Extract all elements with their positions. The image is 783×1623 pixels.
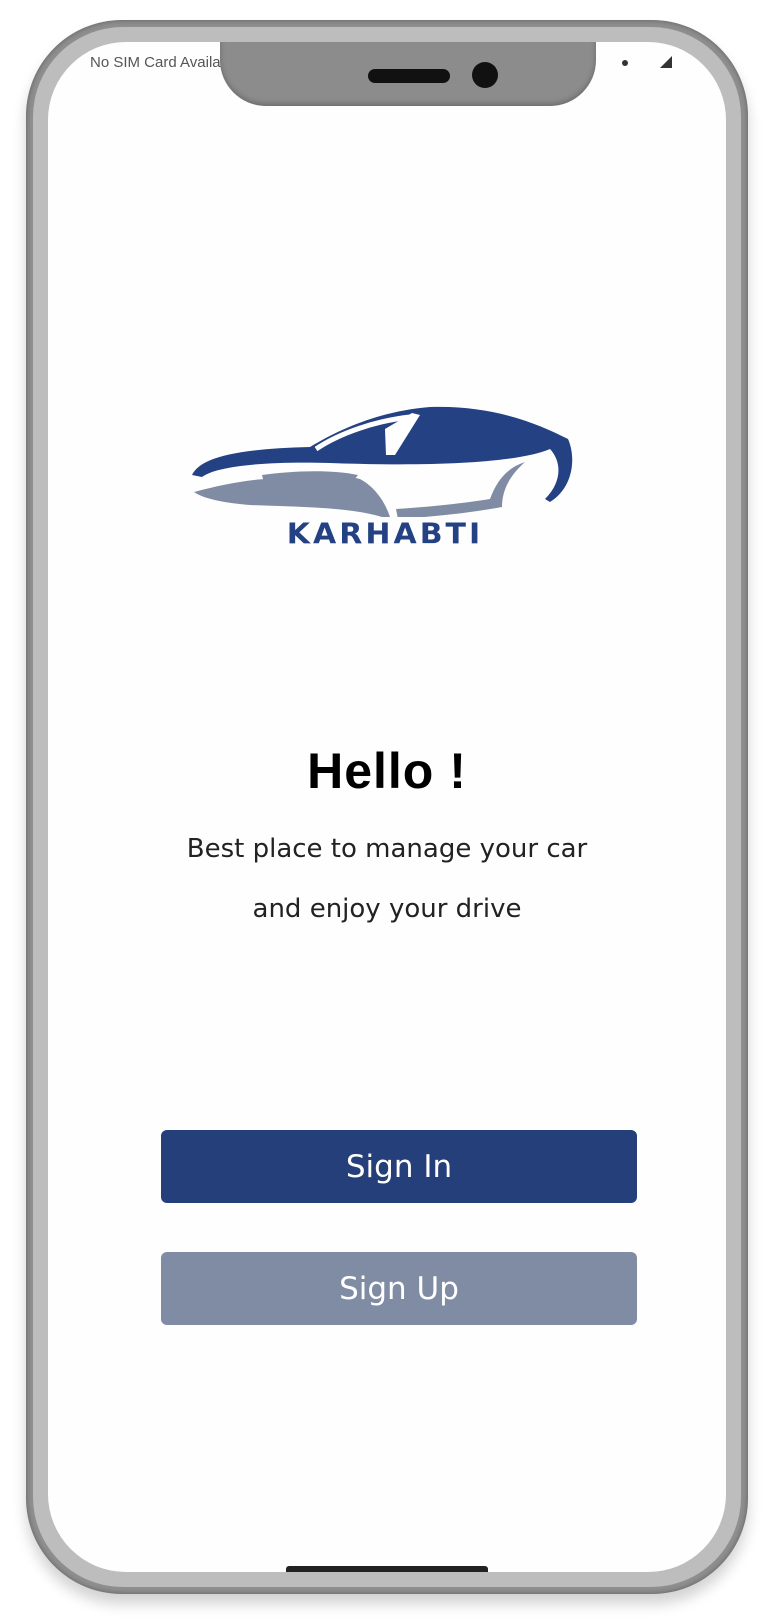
device-mockup: No SIM Card Available KARHABTI Hello ! B… xyxy=(0,0,783,1623)
sign-up-button[interactable]: Sign Up xyxy=(161,1252,637,1325)
status-icons xyxy=(622,56,672,70)
phone-screen: No SIM Card Available KARHABTI Hello ! B… xyxy=(48,42,726,1572)
brand-logo: KARHABTI xyxy=(190,367,580,587)
sign-in-button[interactable]: Sign In xyxy=(161,1130,637,1203)
brand-wordmark: KARHABTI xyxy=(286,517,484,552)
home-indicator[interactable] xyxy=(286,1566,488,1572)
phone-notch xyxy=(220,42,596,106)
carrier-status: No SIM Card Available xyxy=(90,54,241,71)
signal-icon xyxy=(660,56,672,68)
speaker-grille xyxy=(368,69,450,83)
wifi-icon xyxy=(622,60,628,66)
car-hand-logo-icon xyxy=(192,406,573,517)
welcome-title: Hello ! xyxy=(307,743,467,799)
phone-frame: No SIM Card Available KARHABTI Hello ! B… xyxy=(26,20,748,1594)
welcome-subtitle-line2: and enjoy your drive xyxy=(252,894,522,924)
welcome-subtitle-line1: Best place to manage your car xyxy=(186,834,588,864)
front-camera xyxy=(472,62,498,88)
